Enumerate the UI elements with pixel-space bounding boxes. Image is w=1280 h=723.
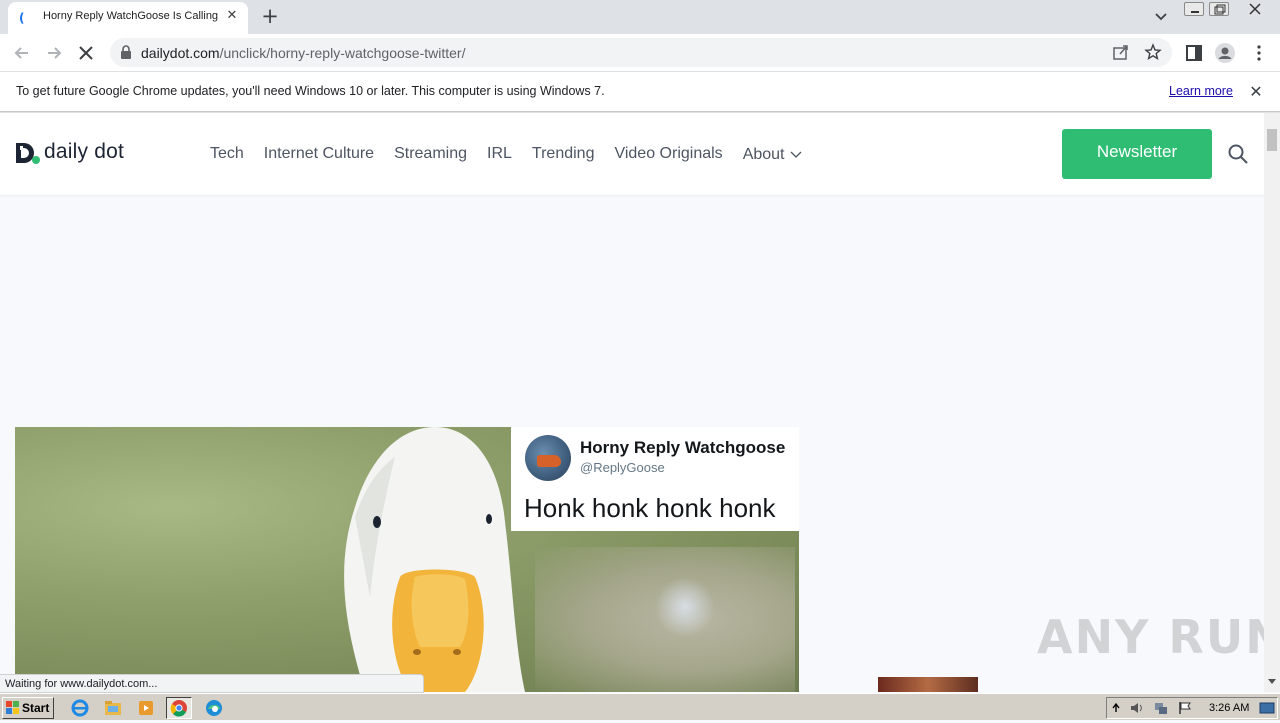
nav-about-label: About [742, 146, 785, 163]
tweet-card: Horny Reply Watchgoose @ReplyGoose Honk … [511, 427, 799, 531]
tab-loading-icon: ( [19, 11, 25, 25]
nav-about[interactable]: About [743, 145, 802, 165]
back-icon[interactable] [11, 42, 33, 64]
bookmark-star-icon[interactable] [1144, 43, 1162, 61]
profile-avatar-icon[interactable] [1214, 42, 1236, 64]
start-label: Start [22, 701, 50, 715]
infobar-message: To get future Google Chrome updates, you… [16, 84, 605, 98]
menu-kebab-icon[interactable] [1248, 42, 1270, 64]
restore-button[interactable] [1209, 2, 1229, 16]
tweet-author-handle: @ReplyGoose [580, 460, 665, 475]
start-button[interactable]: Start [2, 697, 54, 719]
learn-more-link[interactable]: Learn more [1169, 84, 1233, 98]
search-icon[interactable] [1228, 144, 1248, 164]
windows-taskbar: Start 3:26 AM [0, 693, 1280, 720]
windows-flag-icon [6, 701, 19, 714]
site-header: daily dot Tech Internet Culture Streamin… [0, 113, 1264, 195]
scroll-down-arrow-icon[interactable] [1268, 677, 1276, 687]
system-tray: 3:26 AM [1106, 697, 1278, 719]
newsletter-button[interactable]: Newsletter [1062, 129, 1212, 179]
side-panel-icon[interactable] [1183, 42, 1205, 64]
tab-title: Horny Reply WatchGoose Is Calling [43, 10, 219, 22]
minimize-button[interactable] [1184, 2, 1204, 16]
nav-streaming[interactable]: Streaming [394, 145, 467, 165]
chrome-taskbar-button[interactable] [166, 697, 192, 719]
tweet-avatar [525, 435, 571, 481]
web-page: daily dot Tech Internet Culture Streamin… [0, 113, 1264, 692]
browser-toolbar: dailydot.com/unclick/horny-reply-watchgo… [0, 34, 1280, 72]
lock-icon[interactable] [120, 45, 132, 59]
background-bokeh-light [655, 577, 715, 637]
explorer-icon[interactable] [100, 697, 126, 719]
forward-icon[interactable] [43, 42, 65, 64]
white-duck-image [344, 427, 525, 692]
tab-strip: ( Horny Reply WatchGoose Is Calling ✕ + [0, 0, 1280, 34]
tab-search-icon[interactable] [1150, 8, 1172, 26]
window-close-button[interactable] [1240, 2, 1270, 16]
update-infobar: To get future Google Chrome updates, you… [0, 72, 1280, 112]
chrome-icon [170, 700, 187, 717]
action-center-flag-icon[interactable] [1177, 701, 1193, 715]
anyrun-watermark: ANY RUN [1037, 610, 1264, 664]
edge-icon[interactable] [201, 697, 227, 719]
url-path: /unclick/horny-reply-watchgoose-twitter/ [219, 45, 466, 61]
article-hero-image: Horny Reply Watchgoose @ReplyGoose Honk … [15, 427, 799, 692]
tray-expand-icon[interactable] [1111, 702, 1121, 714]
media-player-icon[interactable] [133, 697, 159, 719]
main-nav: Tech Internet Culture Streaming IRL Tren… [210, 145, 822, 165]
nav-video-originals[interactable]: Video Originals [614, 145, 722, 165]
logo-wordmark: daily dot [44, 140, 125, 163]
stop-loading-icon[interactable] [75, 42, 97, 64]
nav-trending[interactable]: Trending [532, 145, 595, 165]
nav-irl[interactable]: IRL [487, 145, 512, 165]
status-bubble: Waiting for www.dailydot.com... [0, 674, 424, 693]
tab-close-icon[interactable]: ✕ [224, 8, 240, 24]
chevron-down-icon [790, 151, 801, 158]
tweet-author-name: Horny Reply Watchgoose [580, 438, 786, 457]
ie-icon[interactable] [67, 697, 93, 719]
address-bar[interactable]: dailydot.com/unclick/horny-reply-watchgo… [110, 38, 1172, 67]
new-tab-button[interactable]: + [258, 5, 282, 29]
sidebar-ad-image[interactable] [878, 677, 978, 692]
daily-dot-logo-mark-icon [16, 143, 40, 164]
network-icon[interactable] [1153, 701, 1169, 715]
nav-internet-culture[interactable]: Internet Culture [264, 145, 374, 165]
url-text: dailydot.com/unclick/horny-reply-watchgo… [141, 45, 465, 61]
show-desktop-icon[interactable] [1259, 702, 1275, 715]
infobar-close-icon[interactable]: ✕ [1248, 82, 1264, 101]
volume-icon[interactable] [1129, 701, 1145, 715]
page-scrollbar[interactable] [1264, 113, 1280, 692]
tweet-text: Honk honk honk honk [524, 493, 776, 523]
scrollbar-thumb[interactable] [1267, 129, 1277, 151]
goose-beak-image [537, 455, 561, 467]
url-host: dailydot.com [141, 45, 220, 61]
nav-tech[interactable]: Tech [210, 145, 244, 165]
clock[interactable]: 3:26 AM [1209, 702, 1249, 714]
share-icon[interactable] [1112, 43, 1130, 61]
active-tab[interactable]: ( Horny Reply WatchGoose Is Calling ✕ [8, 2, 248, 34]
